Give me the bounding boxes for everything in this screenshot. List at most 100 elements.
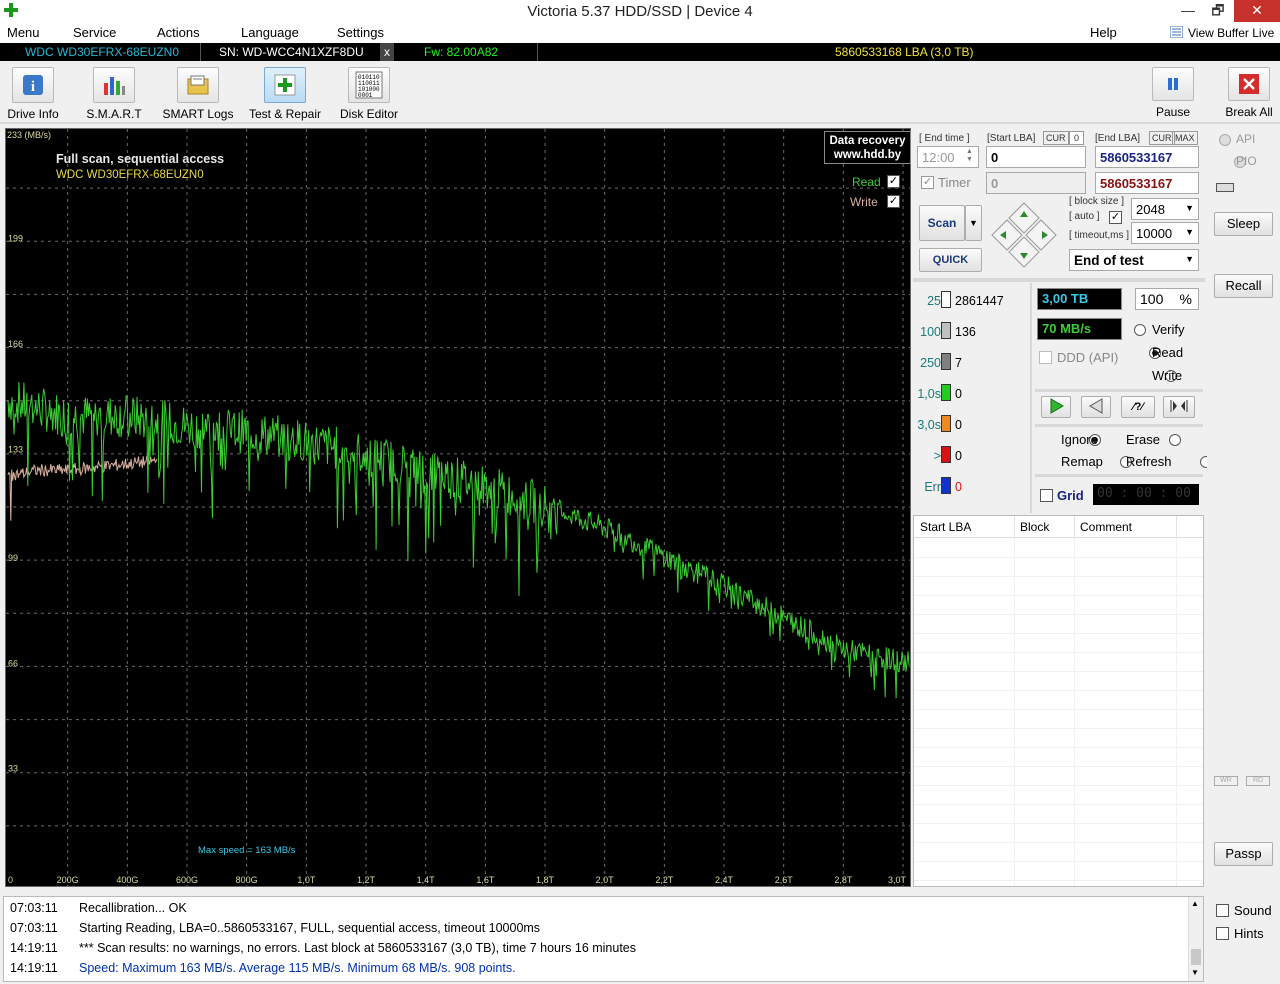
minimize-button[interactable]: — — [1173, 0, 1203, 22]
col-start-lba[interactable]: Start LBA — [920, 520, 971, 534]
col-block[interactable]: Block — [1020, 520, 1049, 534]
legend-write-checkbox[interactable]: ✓ — [887, 195, 900, 208]
menu-actions[interactable]: Actions — [157, 25, 200, 40]
log-time: 14:19:11 — [10, 961, 58, 975]
x-tick-label: 1,4T — [417, 875, 436, 885]
break-all-button[interactable]: Break All — [1222, 63, 1276, 121]
rd-indicator: RD — [1246, 776, 1270, 786]
legend-read-label: Read — [852, 175, 881, 189]
end-cur-button[interactable]: CUR — [1149, 131, 1175, 145]
api-radio[interactable] — [1219, 134, 1231, 146]
start-cur-value[interactable]: 0 — [1069, 131, 1085, 145]
stat-row: 1,0s 0 — [913, 381, 1031, 403]
close-device-button[interactable]: x — [380, 43, 394, 61]
timer-checkbox[interactable]: ✓ — [921, 176, 934, 189]
toolbar: i Drive Info S.M.A.R.T SMART Logs Test &… — [0, 63, 1280, 121]
seek-pad — [990, 201, 1058, 269]
data-recovery-badge[interactable]: Data recovery www.hdd.by — [824, 131, 911, 164]
disk-editor-button[interactable]: 010110 110011 101000 0001 Disk Editor — [338, 63, 400, 121]
timer-input[interactable]: 0 — [986, 172, 1086, 194]
scroll-thumb[interactable] — [1191, 949, 1201, 965]
maximize-button[interactable]: 🗗 — [1203, 0, 1233, 22]
end-max-button[interactable]: MAX — [1172, 131, 1198, 145]
svg-text:0001: 0001 — [358, 92, 373, 99]
start-lba-input[interactable]: 0 — [986, 146, 1086, 168]
x-tick-label: 1,6T — [476, 875, 495, 885]
butterfly-icon — [1170, 400, 1188, 412]
menu-help[interactable]: Help — [1090, 25, 1117, 40]
timer-label: Timer — [938, 175, 971, 190]
test-repair-button[interactable]: Test & Repair — [246, 63, 324, 121]
passp-button[interactable]: Passp — [1214, 842, 1273, 866]
toolbar-separator — [0, 122, 1280, 124]
y-tick-label: 66 — [8, 658, 18, 668]
scroll-up-icon[interactable]: ▲ — [1191, 899, 1199, 908]
stat-row: 25 2861447 — [913, 288, 1031, 310]
read-label: Read — [1152, 345, 1184, 360]
ddd-checkbox[interactable] — [1039, 351, 1052, 364]
divider — [200, 43, 201, 61]
stat-label: 3,0s — [917, 418, 941, 432]
legend-read-checkbox[interactable]: ✓ — [887, 175, 900, 188]
x-tick-label: 800G — [236, 875, 258, 885]
speed-display: 70 MB/s — [1037, 318, 1122, 340]
play-button[interactable] — [1041, 396, 1071, 418]
random-button[interactable]: ⁄?⁄ — [1121, 396, 1155, 418]
sleep-button[interactable]: Sleep — [1214, 212, 1273, 236]
end-lba-cur-field[interactable]: 5860533167 — [1095, 172, 1199, 194]
menu-service[interactable]: Service — [73, 25, 116, 40]
start-cur-button[interactable]: CUR — [1043, 131, 1069, 145]
scan-button[interactable]: Scan — [919, 205, 965, 241]
y-tick-label: 199 — [8, 234, 23, 244]
device-serial: SN: WD-WCC4N1XZF8DU — [219, 45, 364, 59]
smart-logs-button[interactable]: SMART Logs — [162, 63, 234, 121]
drive-info-button[interactable]: i Drive Info — [4, 63, 62, 121]
scroll-down-icon[interactable]: ▼ — [1191, 968, 1199, 977]
title-bar: Victoria 5.37 HDD/SSD | Device 4 — 🗗 ✕ — [0, 0, 1280, 22]
bad-blocks-table: Start LBA Block Comment — [913, 515, 1204, 887]
log-row: 14:19:11 *** Scan results: no warnings, n… — [10, 939, 1180, 959]
scan-dropdown[interactable]: ▼ — [965, 205, 982, 241]
pause-button[interactable]: Pause — [1150, 63, 1196, 121]
end-time-spinner[interactable]: ▲ ▼ — [963, 148, 976, 166]
timeout-select[interactable]: 10000 ▼ — [1131, 222, 1199, 244]
hints-checkbox[interactable] — [1216, 927, 1229, 940]
x-tick-label: 1,2T — [357, 875, 376, 885]
reverse-button[interactable] — [1081, 396, 1111, 418]
sound-label: Sound — [1234, 903, 1272, 918]
device-model[interactable]: WDC WD30EFRX-68EUZN0 — [25, 45, 179, 59]
col-comment[interactable]: Comment — [1080, 520, 1132, 534]
quick-button[interactable]: QUICK — [919, 248, 982, 272]
menu-language[interactable]: Language — [241, 25, 299, 40]
chart-subtitle: WDC WD30EFRX-68EUZN0 — [56, 169, 204, 181]
log-row: 14:19:11 Speed: Maximum 163 MB/s. Average… — [10, 959, 1180, 979]
device-strip: WDC WD30EFRX-68EUZN0 SN: WD-WCC4N1XZF8DU… — [0, 43, 1280, 61]
control-panel: [ End time ] [Start LBA] CUR 0 [End LBA]… — [913, 128, 1213, 887]
table-body — [914, 538, 1203, 886]
device-lba: 5860533168 LBA (3,0 TB) — [835, 45, 974, 59]
erase-radio[interactable] — [1169, 434, 1182, 446]
view-buffer-live[interactable]: View Buffer Live — [1188, 26, 1274, 40]
butterfly-button[interactable] — [1163, 396, 1195, 418]
max-speed-note: Max speed = 163 MB/s — [198, 845, 296, 856]
chevron-down-icon: ▼ — [1185, 254, 1194, 264]
end-lba-input[interactable]: 5860533167 — [1095, 146, 1199, 168]
end-action-select[interactable]: End of test ▼ — [1069, 249, 1199, 271]
recall-button[interactable]: Recall — [1214, 274, 1273, 298]
menu-menu[interactable]: Menu — [7, 25, 40, 40]
log-message: Recallibration... OK — [79, 901, 187, 915]
plus-icon — [264, 67, 306, 103]
panel-separator — [913, 278, 1205, 282]
grid-checkbox[interactable] — [1040, 489, 1053, 502]
sound-checkbox[interactable] — [1216, 904, 1229, 917]
log-scrollbar[interactable]: ▲ ▼ — [1188, 897, 1203, 981]
block-size-select[interactable]: 2048 ▼ — [1131, 198, 1199, 220]
menu-settings[interactable]: Settings — [337, 25, 384, 40]
close-button[interactable]: ✕ — [1234, 0, 1280, 22]
smart-button[interactable]: S.M.A.R.T — [84, 63, 144, 121]
verify-radio[interactable] — [1134, 324, 1146, 336]
auto-checkbox[interactable]: ✓ — [1109, 211, 1122, 224]
stat-row: Err 0 — [913, 474, 1031, 496]
elapsed-timer: 00 : 00 : 00 — [1093, 484, 1199, 505]
binary-icon: 010110 110011 101000 0001 — [348, 67, 390, 103]
